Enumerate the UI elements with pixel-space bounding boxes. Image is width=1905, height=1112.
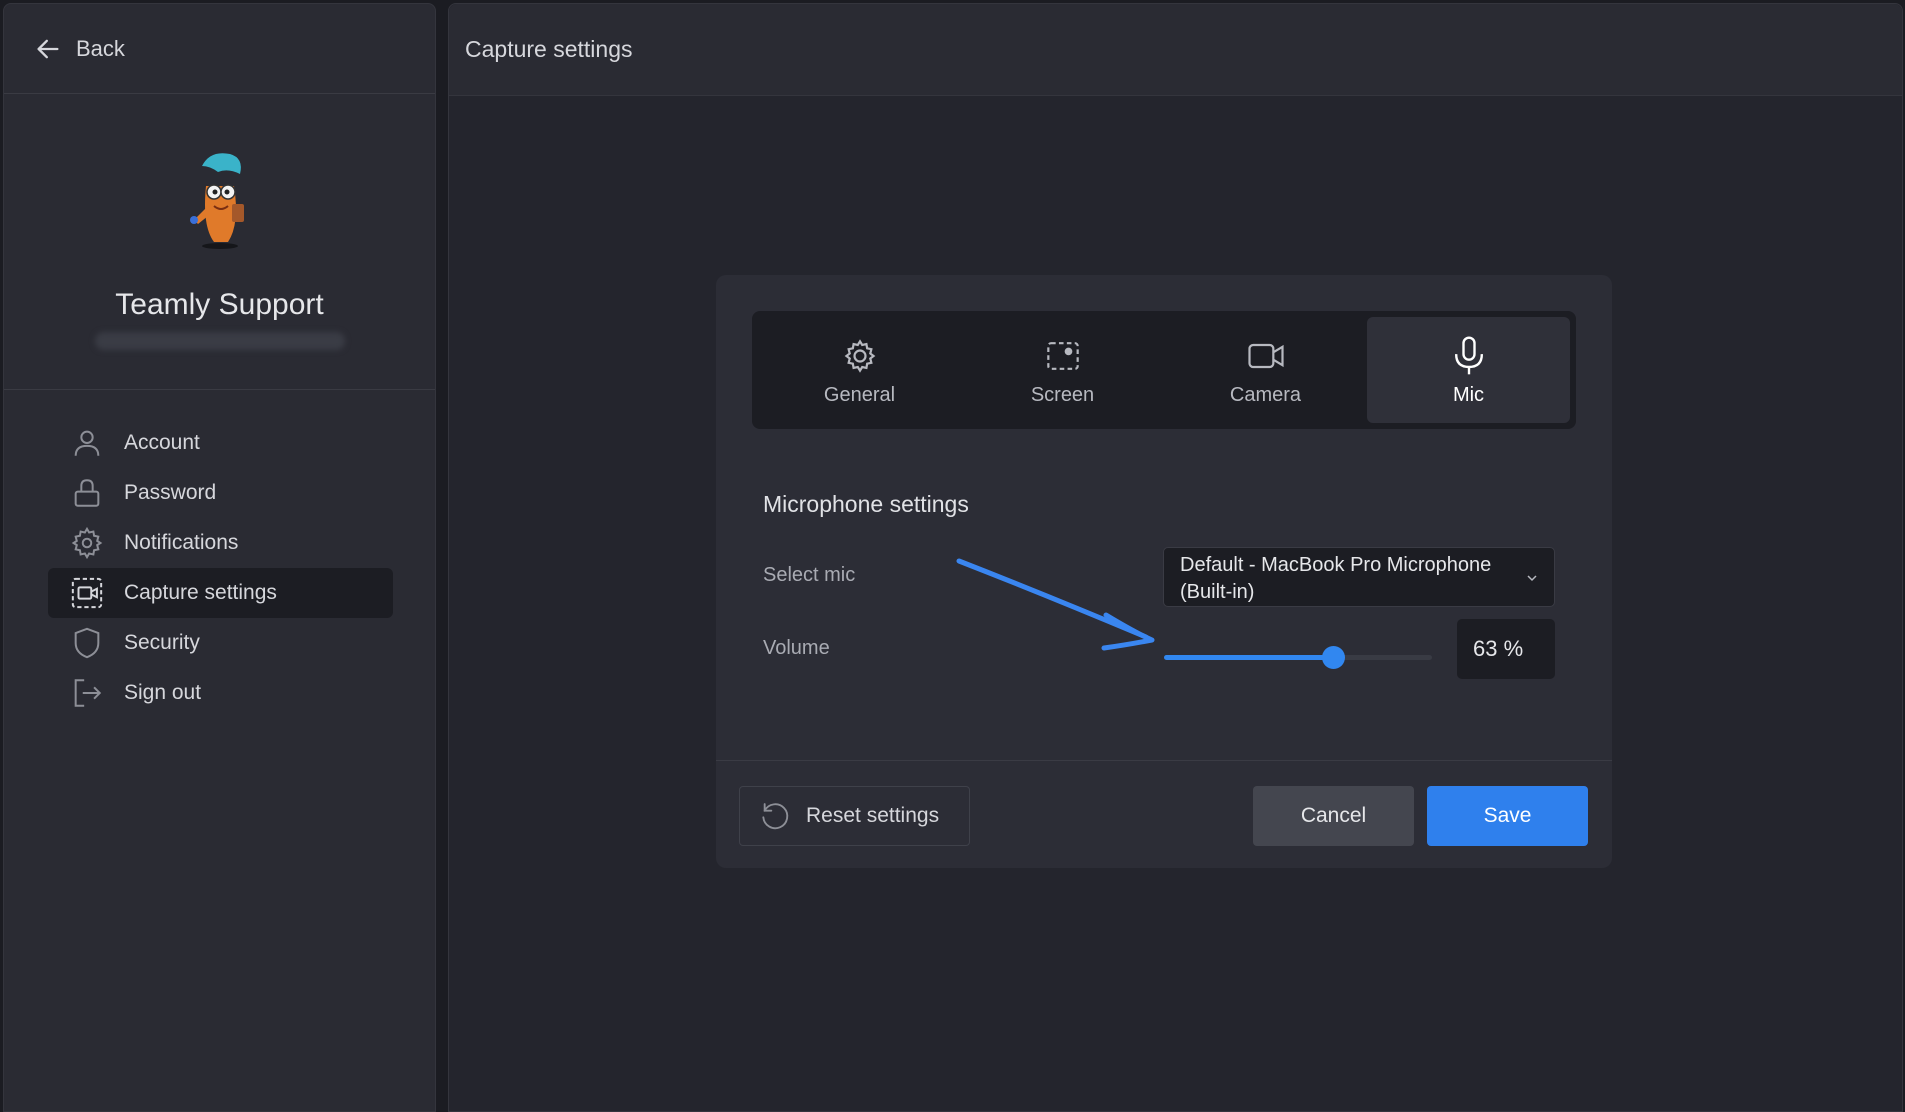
reset-settings-label: Reset settings: [806, 804, 940, 827]
save-button[interactable]: Save: [1427, 786, 1588, 846]
volume-slider-fill: [1164, 655, 1333, 660]
section-title: Microphone settings: [763, 491, 969, 517]
reset-settings-button[interactable]: Reset settings: [739, 786, 970, 846]
reset-icon: [762, 803, 789, 830]
tab-label: Screen: [1030, 383, 1095, 406]
sign-out-icon: [74, 679, 102, 707]
chevron-down-icon: [1527, 575, 1537, 582]
tab-label: Camera: [1229, 383, 1302, 406]
sidebar: Back Teamly Support Account Password Not…: [3, 3, 436, 1112]
sidebar-item-label: Security: [124, 631, 200, 654]
sidebar-item-security[interactable]: Security: [48, 618, 393, 668]
sidebar-item-label: Sign out: [124, 681, 202, 704]
volume-label: Volume: [763, 637, 830, 659]
page-title: Capture settings: [465, 36, 633, 62]
tab-mic[interactable]: Mic: [1367, 317, 1570, 423]
profile-email-redacted: [94, 332, 345, 350]
volume-value-field[interactable]: 63 %: [1457, 619, 1555, 679]
sidebar-item-password[interactable]: Password: [48, 468, 393, 518]
volume-slider[interactable]: [1164, 645, 1432, 669]
sidebar-item-sign-out[interactable]: Sign out: [48, 668, 393, 718]
volume-value: 63 %: [1473, 636, 1524, 661]
camera-icon: [1247, 343, 1284, 368]
cancel-label: Cancel: [1300, 804, 1367, 827]
sidebar-item-notifications[interactable]: Notifications: [48, 518, 393, 568]
screen-select-icon: [1046, 341, 1079, 370]
lock-icon: [74, 479, 100, 507]
volume-slider-thumb[interactable]: [1321, 646, 1345, 669]
main-header: Capture settings: [449, 4, 1902, 96]
cancel-button[interactable]: Cancel: [1253, 786, 1414, 846]
user-icon: [74, 430, 100, 456]
avatar: [189, 153, 244, 249]
tab-general[interactable]: General: [758, 317, 961, 423]
tab-label: Mic: [1452, 383, 1485, 406]
microphone-icon: [1454, 335, 1483, 374]
shield-icon: [74, 627, 100, 659]
capture-icon: [71, 577, 103, 609]
sidebar-nav: Account Password Notifications Capture s…: [4, 390, 435, 718]
profile-name: Teamly Support: [115, 288, 324, 321]
sidebar-item-label: Account: [124, 431, 200, 454]
select-mic-label: Select mic: [763, 564, 856, 586]
sidebar-item-label: Password: [124, 481, 217, 504]
back-label: Back: [76, 35, 125, 61]
tab-bar: General Screen Camera Mic: [752, 311, 1576, 429]
save-label: Save: [1483, 804, 1532, 827]
sidebar-item-label: Capture settings: [124, 581, 277, 604]
arrow-left-icon: [37, 39, 59, 58]
capture-settings-dialog: General Screen Camera Mic Microphone set…: [716, 275, 1612, 868]
mic-select-value: Default - MacBook Pro Microphone (Built-…: [1180, 554, 1492, 603]
mic-select[interactable]: Default - MacBook Pro Microphone (Built-…: [1163, 547, 1555, 607]
sidebar-item-account[interactable]: Account: [48, 418, 393, 468]
sidebar-item-label: Notifications: [124, 531, 239, 554]
sidebar-item-capture-settings[interactable]: Capture settings: [48, 568, 393, 618]
tab-screen[interactable]: Screen: [961, 317, 1164, 423]
profile-card: Teamly Support: [4, 94, 435, 390]
gear-icon: [71, 526, 103, 560]
back-button[interactable]: Back: [4, 4, 435, 94]
tab-camera[interactable]: Camera: [1164, 317, 1367, 423]
annotation-arrow: [956, 558, 1155, 651]
tab-label: General: [823, 383, 896, 406]
gear-icon: [844, 338, 875, 373]
